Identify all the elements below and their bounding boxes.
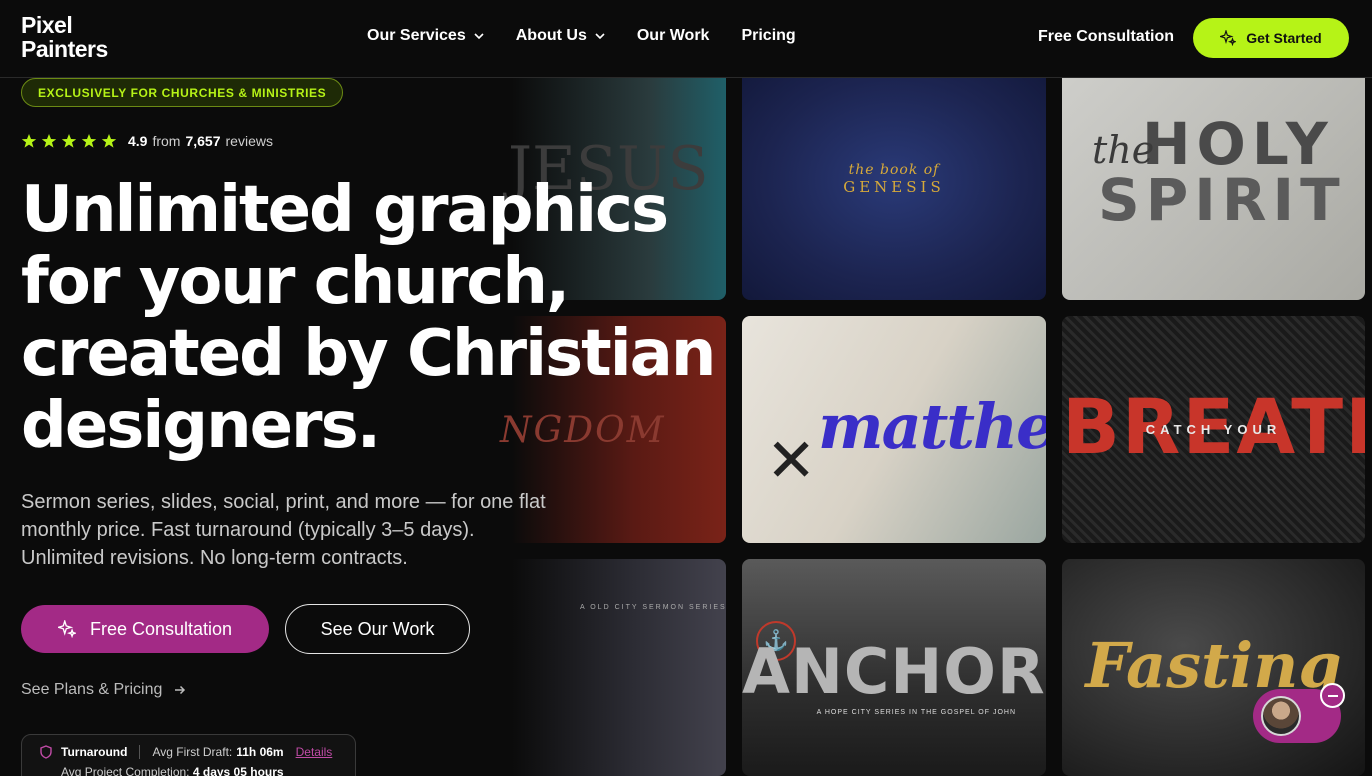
nav-item-pricing[interactable]: Pricing	[741, 27, 795, 45]
stats-row-first-draft: Turnaround Avg First Draft: 11h 06m Deta…	[39, 745, 332, 759]
breath-subtitle: CATCH YOUR	[1145, 422, 1282, 437]
rating-stars	[21, 133, 117, 149]
anchored-subtitle: A HOPE CITY SERIES IN THE GOSPEL OF JOHN	[816, 709, 1016, 716]
gallery-tile-holy-spirit: HOLY SPIRIT the	[1062, 60, 1365, 300]
completion-value: 4 days 05 hours	[192, 765, 284, 776]
headline-line: created by Christian	[21, 317, 716, 391]
matthew-title: matthew	[818, 390, 1046, 463]
top-navbar: Pixel Painters Our Services About Us Our…	[0, 0, 1372, 78]
gallery-tile-genesis: the book of GENESIS	[742, 60, 1046, 300]
ghost-series-text: A OLD CITY SERMON SERIES	[580, 604, 727, 611]
stats-row-completion: Avg Project Completion: 4 days 05 hours	[61, 765, 284, 776]
divider	[139, 745, 141, 759]
hero-headline: Unlimited graphics for your church, crea…	[21, 174, 741, 462]
nav-item-our-services[interactable]: Our Services	[367, 27, 484, 45]
free-consultation-link[interactable]: Free Consultation	[1038, 28, 1174, 46]
rating-reviews-label: reviews	[225, 133, 273, 149]
rating-row: 4.9 from 7,657 reviews	[21, 133, 273, 149]
subtitle-line: monthly price. Fast turnaround (typicall…	[21, 519, 475, 541]
nav-links: Our Services About Us Our Work Pricing	[367, 27, 828, 45]
shield-icon	[40, 745, 52, 759]
nav-item-label: Our Work	[636, 27, 710, 44]
subtitle-line: Sermon series, slides, social, print, an…	[21, 491, 546, 513]
matthew-x-mark: ✕	[766, 427, 817, 494]
plans-pricing-link[interactable]: See Plans & Pricing	[21, 681, 186, 699]
genesis-small-text: the book of	[848, 162, 940, 178]
free-consultation-label: Free Consultation	[89, 618, 233, 639]
star-icon	[41, 134, 57, 148]
nav-item-label: Our Services	[367, 27, 466, 44]
logo[interactable]: Pixel Painters	[21, 13, 141, 61]
sparkle-icon	[57, 620, 76, 638]
free-consultation-button[interactable]: Free Consultation	[21, 605, 269, 653]
headline-line: designers.	[21, 389, 381, 463]
audience-badge: EXCLUSIVELY FOR CHURCHES & MINISTRIES	[21, 78, 344, 107]
hero-subtitle: Sermon series, slides, social, print, an…	[21, 488, 621, 572]
first-draft-value: 11h 06m	[236, 745, 284, 759]
star-icon	[81, 134, 97, 148]
headline-line: Unlimited graphics	[21, 173, 669, 247]
arrow-right-icon	[175, 685, 186, 695]
nav-item-about-us[interactable]: About Us	[516, 27, 605, 45]
completion-label: Avg Project Completion:	[61, 765, 190, 776]
avatar	[1261, 696, 1301, 736]
nav-item-label: Pricing	[741, 27, 796, 44]
get-started-button[interactable]: Get Started	[1193, 18, 1349, 58]
gallery-tile-sermon-series	[420, 559, 726, 776]
get-started-label: Get Started	[1246, 30, 1322, 46]
headline-line: for your church,	[21, 245, 570, 319]
first-draft-label: Avg First Draft:	[152, 745, 233, 759]
logo-line-2: Painters	[21, 36, 108, 62]
genesis-title: GENESIS	[843, 178, 945, 196]
chevron-down-icon	[474, 33, 484, 40]
holy-the-text: the	[1092, 128, 1155, 172]
star-icon	[21, 134, 37, 148]
gallery-tile-fasting: Fasting	[1062, 559, 1365, 776]
details-link[interactable]: Details	[296, 745, 333, 759]
plans-pricing-label: See Plans & Pricing	[21, 681, 163, 698]
star-icon	[61, 134, 77, 148]
gallery-tile-anchored: ⚓ ANCHORED A HOPE CITY SERIES IN THE GOS…	[742, 559, 1046, 776]
rating-score: 4.9	[128, 133, 148, 149]
star-icon	[101, 134, 117, 148]
chevron-down-icon	[595, 33, 605, 40]
nav-item-our-work[interactable]: Our Work	[637, 27, 710, 45]
anchored-title: ANCHORED	[742, 635, 1046, 708]
gallery-tile-breath: BREATH CATCH YOUR	[1062, 316, 1365, 543]
turnaround-stats-card: Turnaround Avg First Draft: 11h 06m Deta…	[21, 734, 356, 776]
chat-minimize-icon[interactable]	[1320, 683, 1345, 708]
holy-spirit-title: HOLY SPIRIT	[1098, 115, 1346, 229]
rating-count: 7,657	[185, 133, 221, 149]
nav-item-label: About Us	[515, 27, 587, 44]
logo-line-1: Pixel	[21, 12, 73, 38]
see-our-work-button[interactable]: See Our Work	[285, 604, 470, 654]
rating-from: from	[152, 133, 181, 149]
subtitle-line: Unlimited revisions. No long-term contra…	[21, 547, 408, 569]
turnaround-label: Turnaround	[61, 745, 128, 759]
gallery-tile-matthew: ✕ matthew	[742, 316, 1046, 543]
holy-line-2: SPIRIT	[1098, 166, 1346, 234]
sparkle-icon	[1220, 30, 1237, 46]
